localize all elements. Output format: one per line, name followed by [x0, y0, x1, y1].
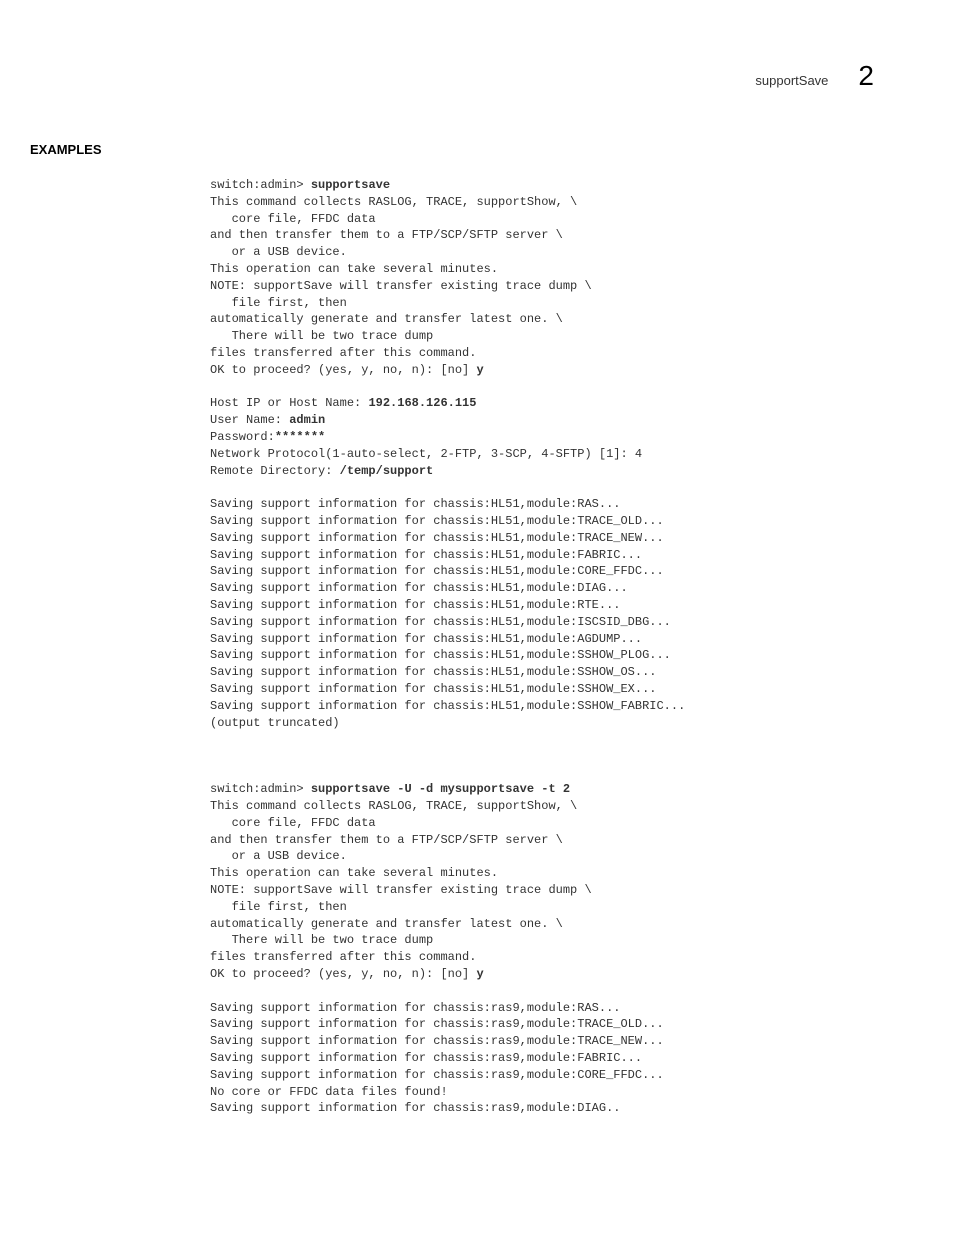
output-line: core file, FFDC data	[210, 212, 376, 226]
output-line: file first, then	[210, 900, 347, 914]
output-line: Saving support information for chassis:H…	[210, 682, 656, 696]
user-input: 192.168.126.115	[368, 396, 476, 410]
output-line: Saving support information for chassis:r…	[210, 1051, 642, 1065]
output-line: Saving support information for chassis:H…	[210, 497, 620, 511]
header-subtitle: supportSave	[755, 73, 828, 88]
output-line: Saving support information for chassis:H…	[210, 548, 642, 562]
output-line: files transferred after this command.	[210, 346, 476, 360]
code-example-1: switch:admin> supportsave This command c…	[210, 177, 874, 731]
output-line: Saving support information for chassis:H…	[210, 648, 671, 662]
user-input: supportsave -U -d mysupportsave -t 2	[311, 782, 570, 796]
output-line: This command collects RASLOG, TRACE, sup…	[210, 799, 577, 813]
output-line: Saving support information for chassis:H…	[210, 598, 620, 612]
page-header: supportSave 2	[150, 60, 874, 92]
output-line: There will be two trace dump	[210, 329, 433, 343]
user-input: /temp/support	[340, 464, 434, 478]
output-line: No core or FFDC data files found!	[210, 1085, 448, 1099]
output-line: Saving support information for chassis:r…	[210, 1101, 620, 1115]
output-line: Saving support information for chassis:r…	[210, 1017, 664, 1031]
page-content: supportSave 2 EXAMPLES switch:admin> sup…	[0, 0, 954, 1177]
output-line: Saving support information for chassis:H…	[210, 564, 664, 578]
examples-heading: EXAMPLES	[30, 142, 874, 157]
output-line: Saving support information for chassis:H…	[210, 531, 664, 545]
output-line: files transferred after this command.	[210, 950, 476, 964]
output-line: (output truncated)	[210, 716, 340, 730]
output-line: or a USB device.	[210, 245, 347, 259]
output-line: and then transfer them to a FTP/SCP/SFTP…	[210, 228, 563, 242]
header-page-number: 2	[858, 60, 874, 92]
user-input: *******	[275, 430, 325, 444]
output-line: automatically generate and transfer late…	[210, 312, 563, 326]
user-input: y	[476, 967, 483, 981]
spacer	[150, 731, 874, 781]
output-line: Saving support information for chassis:H…	[210, 699, 685, 713]
output-line: Saving support information for chassis:r…	[210, 1001, 620, 1015]
prompt-text: OK to proceed? (yes, y, no, n): [no]	[210, 967, 476, 981]
prompt-text: switch:admin>	[210, 782, 311, 796]
output-line: Saving support information for chassis:r…	[210, 1068, 664, 1082]
code-example-2: switch:admin> supportsave -U -d mysuppor…	[210, 781, 874, 1117]
prompt-text: Remote Directory:	[210, 464, 340, 478]
output-line: and then transfer them to a FTP/SCP/SFTP…	[210, 833, 563, 847]
user-input: supportsave	[311, 178, 390, 192]
output-line: or a USB device.	[210, 849, 347, 863]
output-line: Saving support information for chassis:r…	[210, 1034, 664, 1048]
output-line: Network Protocol(1-auto-select, 2-FTP, 3…	[210, 447, 642, 461]
prompt-text: switch:admin>	[210, 178, 311, 192]
user-input: y	[476, 363, 483, 377]
output-line: NOTE: supportSave will transfer existing…	[210, 883, 592, 897]
output-line: This command collects RASLOG, TRACE, sup…	[210, 195, 577, 209]
prompt-text: OK to proceed? (yes, y, no, n): [no]	[210, 363, 476, 377]
output-line: NOTE: supportSave will transfer existing…	[210, 279, 592, 293]
output-line: This operation can take several minutes.	[210, 262, 498, 276]
output-line: Saving support information for chassis:H…	[210, 514, 664, 528]
prompt-text: User Name:	[210, 413, 289, 427]
prompt-text: Host IP or Host Name:	[210, 396, 368, 410]
output-line: Saving support information for chassis:H…	[210, 665, 656, 679]
prompt-text: Password:	[210, 430, 275, 444]
user-input: admin	[289, 413, 325, 427]
output-line: There will be two trace dump	[210, 933, 433, 947]
output-line: core file, FFDC data	[210, 816, 376, 830]
output-line: Saving support information for chassis:H…	[210, 615, 671, 629]
output-line: This operation can take several minutes.	[210, 866, 498, 880]
output-line: Saving support information for chassis:H…	[210, 632, 642, 646]
output-line: Saving support information for chassis:H…	[210, 581, 628, 595]
output-line: automatically generate and transfer late…	[210, 917, 563, 931]
output-line: file first, then	[210, 296, 347, 310]
